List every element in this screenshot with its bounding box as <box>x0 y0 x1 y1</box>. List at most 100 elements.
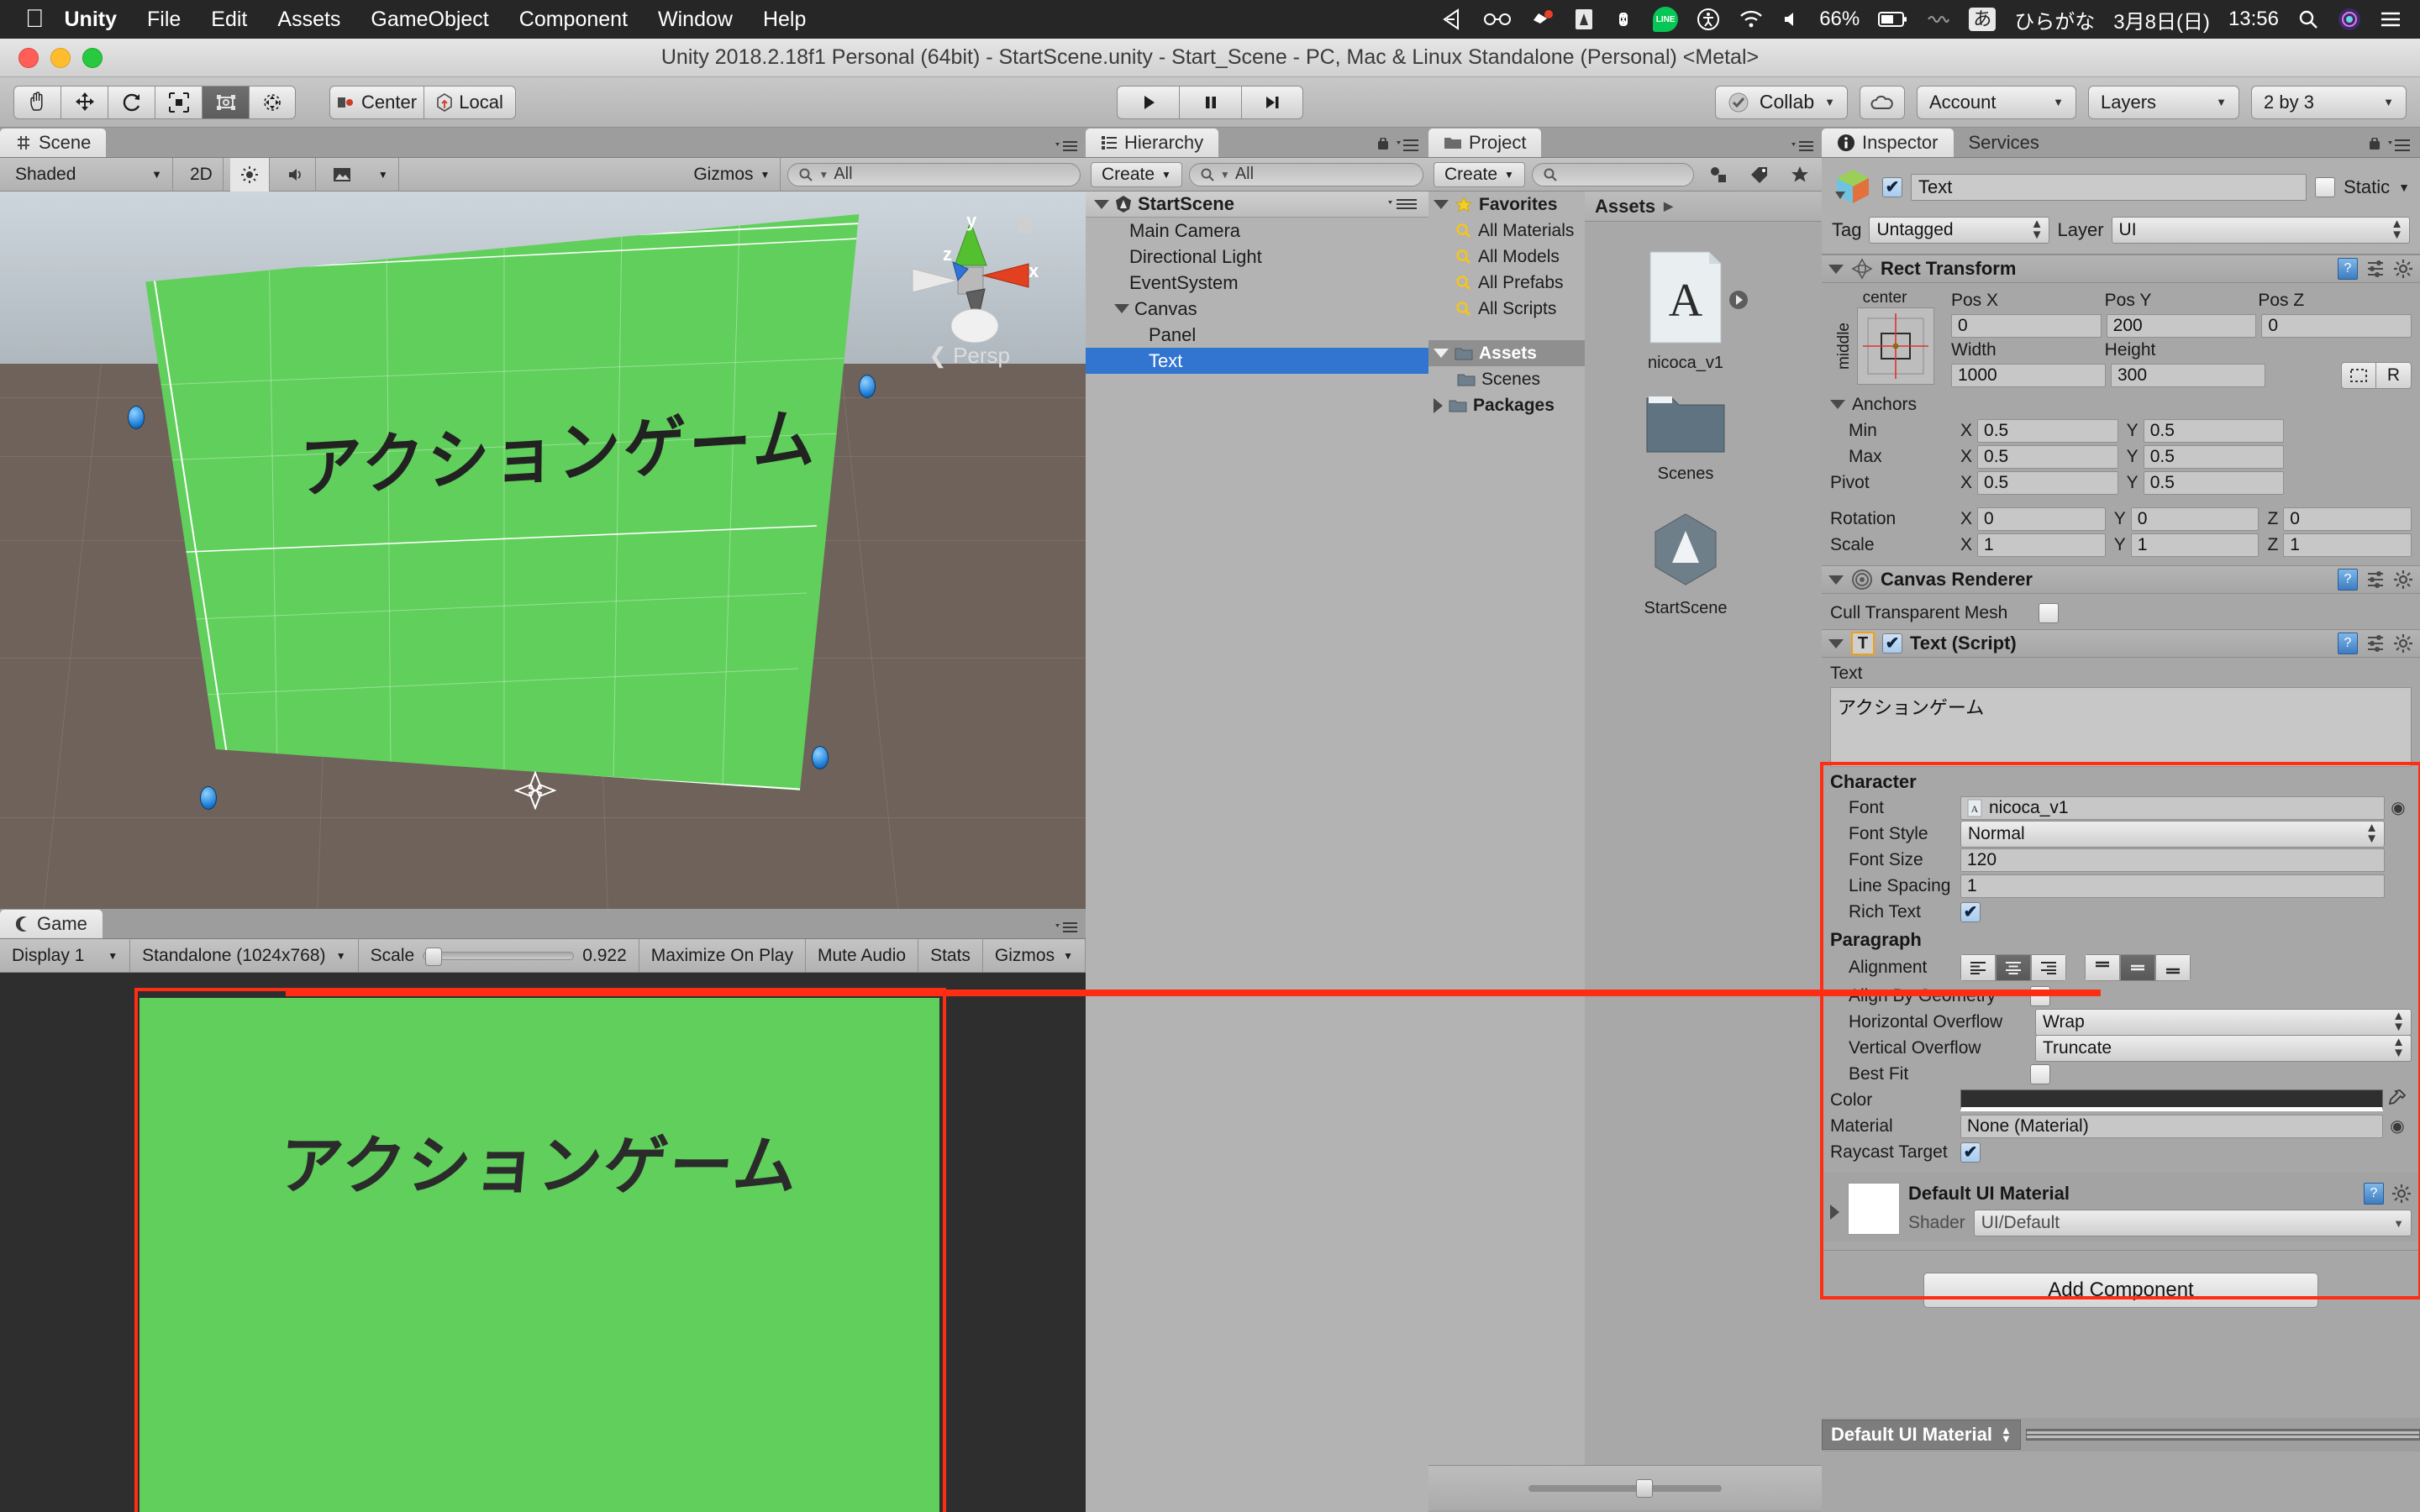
tab-hierarchy[interactable]: Hierarchy <box>1086 129 1219 157</box>
layers-button[interactable]: Layers ▼ <box>2088 85 2239 119</box>
scene-panel-menu[interactable] <box>1054 139 1079 153</box>
account-button[interactable]: Account ▼ <box>1917 85 2076 119</box>
font-size-field[interactable]: 120 <box>1960 848 2385 872</box>
maximize-on-play-toggle[interactable]: Maximize On Play <box>639 939 806 972</box>
line-icon[interactable]: LINE <box>1653 7 1679 32</box>
wifi-icon[interactable] <box>1739 9 1764 29</box>
help-icon[interactable]: ? <box>2338 633 2358 654</box>
project-tree-assets[interactable]: Assets <box>1428 340 1585 366</box>
project-favorite-all-models[interactable]: All Models <box>1428 244 1585 270</box>
acrobat-icon[interactable] <box>1574 8 1594 30</box>
pivot-center-button[interactable]: Center <box>329 85 424 119</box>
hierarchy-item-main-camera[interactable]: Main Camera <box>1086 218 1428 244</box>
tag-dropdown[interactable]: Untagged ▲ ▼ <box>1869 217 2050 244</box>
shading-mode-dropdown[interactable]: Shaded ▼ <box>5 157 173 192</box>
anchor-max-y-field[interactable]: 0.5 <box>2143 444 2285 469</box>
chevron-down-icon[interactable] <box>1828 575 1844 585</box>
eyedropper-icon[interactable] <box>2383 1089 2412 1112</box>
scene-panel-object[interactable]: アクションゲーム <box>145 214 860 790</box>
volume-icon[interactable] <box>1782 9 1801 29</box>
search-by-label-button[interactable] <box>1743 158 1776 192</box>
menu-unity[interactable]: Unity <box>65 8 118 32</box>
align-right-button[interactable] <box>2031 954 2066 981</box>
layout-button[interactable]: 2 by 3 ▼ <box>2251 85 2407 119</box>
project-favorite-all-prefabs[interactable]: All Prefabs <box>1428 270 1585 296</box>
raw-edit-mode-button[interactable]: R <box>2376 361 2412 389</box>
line-spacing-field[interactable]: 1 <box>1960 874 2385 898</box>
bluetooth-icon[interactable] <box>1927 9 1950 29</box>
step-button[interactable] <box>1241 85 1303 119</box>
game-display-dropdown[interactable]: Display 1 ▼ <box>0 939 131 972</box>
anchor-min-x-field[interactable]: 0.5 <box>1977 418 2118 443</box>
text-script-header[interactable]: T ✔ Text (Script) ? <box>1822 629 2420 658</box>
project-tree-scenes[interactable]: Scenes <box>1428 366 1585 392</box>
menu-help[interactable]: Help <box>763 8 806 32</box>
font-object-field[interactable]: A nicoca_v1 <box>1960 795 2385 820</box>
asset-item-startscene[interactable]: StartScene <box>1627 509 1744 618</box>
project-favorite-all-materials[interactable]: All Materials <box>1428 218 1585 244</box>
material-object-field[interactable]: None (Material) <box>1960 1114 2383 1138</box>
rect-handle-bottom-right[interactable] <box>812 746 829 769</box>
font-style-dropdown[interactable]: Normal ▲ ▼ <box>1960 820 2385 848</box>
hierarchy-panel-menu[interactable] <box>1375 138 1422 153</box>
move-tool[interactable] <box>60 85 108 119</box>
vertical-overflow-dropdown[interactable]: Truncate ▲ ▼ <box>2035 1034 2412 1062</box>
shader-dropdown[interactable]: UI/Default ▼ <box>1973 1210 2412 1236</box>
scale-track[interactable] <box>423 947 575 966</box>
canvas-renderer-header[interactable]: Canvas Renderer ? <box>1822 565 2420 594</box>
raycast-target-checkbox[interactable]: ✔ <box>1960 1142 1981 1163</box>
scale-z-field[interactable]: 1 <box>2283 533 2412 557</box>
mute-audio-toggle[interactable]: Mute Audio <box>806 939 919 972</box>
scale-knob[interactable] <box>425 947 443 966</box>
tab-services[interactable]: Services <box>1954 129 2054 157</box>
dropbox-icon[interactable] <box>1530 8 1555 30</box>
pause-button[interactable] <box>1179 85 1241 119</box>
menu-edit[interactable]: Edit <box>211 8 247 32</box>
favorite-button[interactable] <box>1783 158 1817 192</box>
tab-project[interactable]: Project <box>1428 129 1542 157</box>
game-panel-menu[interactable] <box>1054 921 1079 934</box>
accessibility-icon[interactable] <box>1697 8 1720 31</box>
help-icon[interactable]: ? <box>2364 1183 2384 1205</box>
chevron-down-icon[interactable] <box>1434 349 1449 358</box>
material-status-bar[interactable]: Default UI Material ▲ ▼ <box>1822 1418 2420 1452</box>
gameobject-name-field[interactable]: Text <box>1911 174 2307 201</box>
project-favorites-row[interactable]: Favorites <box>1428 192 1585 218</box>
hierarchy-scene-row[interactable]: StartScene <box>1086 192 1428 218</box>
height-field[interactable]: 300 <box>2111 363 2265 387</box>
width-field[interactable]: 1000 <box>1951 363 2106 387</box>
tab-scene[interactable]: Scene <box>0 129 107 157</box>
collab-button[interactable]: Collab ▼ <box>1714 85 1848 119</box>
scene-search-input[interactable]: ▼ All <box>787 162 1081 186</box>
gameobject-enabled-checkbox[interactable]: ✔ <box>1882 177 1902 197</box>
hierarchy-item-panel[interactable]: Panel <box>1086 322 1428 348</box>
transform-tool[interactable] <box>249 85 296 119</box>
tab-game[interactable]: Game <box>0 910 103 938</box>
asset-zoom-slider[interactable] <box>1528 1478 1722 1498</box>
anchor-max-x-field[interactable]: 0.5 <box>1977 444 2118 469</box>
cull-transparent-checkbox[interactable] <box>2039 602 2059 623</box>
menu-file[interactable]: File <box>147 8 181 32</box>
tab-inspector[interactable]: Inspector <box>1822 129 1954 157</box>
anchors-foldout[interactable]: Anchors <box>1830 391 2412 417</box>
hierarchy-search-input[interactable]: ▼ All <box>1188 162 1423 186</box>
spotlight-search-icon[interactable] <box>2297 8 2319 30</box>
chevron-down-icon[interactable] <box>1434 200 1449 209</box>
game-aspect-dropdown[interactable]: Standalone (1024x768) ▼ <box>130 939 359 972</box>
menu-component[interactable]: Component <box>519 8 628 32</box>
scene-viewport[interactable]: アクションゲーム y x z ❮ Persp <box>0 192 1086 909</box>
pos-y-field[interactable]: 200 <box>2106 313 2257 338</box>
project-tree-packages[interactable]: Packages <box>1428 392 1585 418</box>
chevron-right-icon[interactable] <box>1434 397 1443 413</box>
battery-icon[interactable] <box>1878 11 1908 28</box>
text-script-enabled-checkbox[interactable]: ✔ <box>1882 633 1902 654</box>
chevron-down-icon[interactable] <box>1830 400 1845 409</box>
game-gizmos-dropdown[interactable]: Gizmos ▼ <box>983 939 1086 972</box>
glasses-icon[interactable] <box>1483 10 1512 29</box>
search-by-type-button[interactable] <box>1701 158 1736 192</box>
menu-window[interactable]: Window <box>658 8 733 32</box>
scale-tool[interactable] <box>155 85 202 119</box>
add-component-button[interactable]: Add Component <box>1923 1273 2318 1308</box>
hand-tool[interactable] <box>13 85 60 119</box>
rich-text-checkbox[interactable]: ✔ <box>1960 901 1981 922</box>
